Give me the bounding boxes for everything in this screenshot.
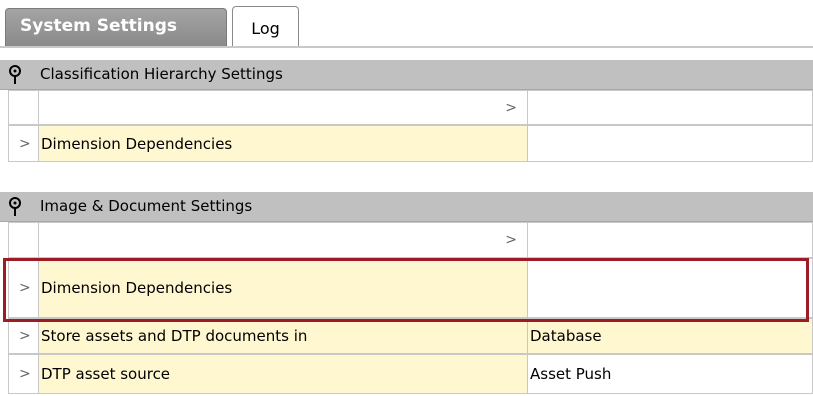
chevron-right-icon[interactable]: > <box>19 328 31 344</box>
chevron-right-icon[interactable]: > <box>19 280 31 296</box>
property-name: Store assets and DTP documents in <box>41 327 308 345</box>
property-value-cell[interactable]: Database <box>528 318 813 354</box>
chevron-right-icon[interactable]: > <box>19 136 31 152</box>
section-title: Classification Hierarchy Settings <box>40 65 283 83</box>
tab-system-settings[interactable]: System Settings <box>5 8 227 46</box>
section-header[interactable]: Classification Hierarchy Settings <box>0 60 813 90</box>
property-row[interactable]: > Dimension Dependencies <box>0 258 813 318</box>
property-value-cell[interactable] <box>528 90 813 125</box>
property-name: Dimension Dependencies <box>41 134 233 153</box>
property-row[interactable]: > DTP asset source Asset Push <box>0 354 813 394</box>
property-value: Database <box>530 327 602 345</box>
chevron-right-icon[interactable]: > <box>19 366 31 382</box>
section-classification-hierarchy: Classification Hierarchy Settings > > Di… <box>0 60 813 176</box>
property-row[interactable]: > <box>0 90 813 125</box>
property-name-cell: DTP asset source <box>39 354 528 394</box>
property-name-cell: > <box>39 222 528 258</box>
row-gutter: > <box>8 354 39 394</box>
property-row[interactable]: > Store assets and DTP documents in Data… <box>0 318 813 354</box>
property-name-cell: Dimension Dependencies <box>39 258 528 318</box>
row-gutter: > <box>8 125 39 162</box>
pin-icon[interactable] <box>8 197 22 217</box>
property-name: DTP asset source <box>41 365 171 383</box>
tab-bar: System Settings Log <box>0 0 813 50</box>
section-title: Image & Document Settings <box>40 197 253 215</box>
section-image-document-settings: Image & Document Settings > > Dimension … <box>0 192 813 396</box>
tab-log[interactable]: Log <box>232 6 299 48</box>
property-name-cell: > <box>39 90 528 125</box>
section-header[interactable]: Image & Document Settings <box>0 192 813 222</box>
tab-baseline <box>0 46 813 48</box>
property-value-cell[interactable] <box>528 258 813 318</box>
pin-icon[interactable] <box>8 65 22 85</box>
row-gutter: > <box>8 258 39 318</box>
property-value-cell[interactable]: Asset Push <box>528 354 813 394</box>
chevron-right-icon[interactable]: > <box>505 100 517 116</box>
property-value: Asset Push <box>530 365 612 383</box>
row-gutter <box>8 90 39 125</box>
row-gutter: > <box>8 318 39 354</box>
property-row[interactable]: > <box>0 222 813 258</box>
property-name-cell: Dimension Dependencies <box>39 125 528 162</box>
property-value-cell[interactable] <box>528 222 813 258</box>
property-name-cell: Store assets and DTP documents in <box>39 318 528 354</box>
chevron-right-icon[interactable]: > <box>505 232 517 248</box>
property-row[interactable]: > Dimension Dependencies <box>0 125 813 162</box>
row-gutter <box>8 222 39 258</box>
property-name: Dimension Dependencies <box>41 279 233 297</box>
property-value-cell[interactable] <box>528 125 813 162</box>
